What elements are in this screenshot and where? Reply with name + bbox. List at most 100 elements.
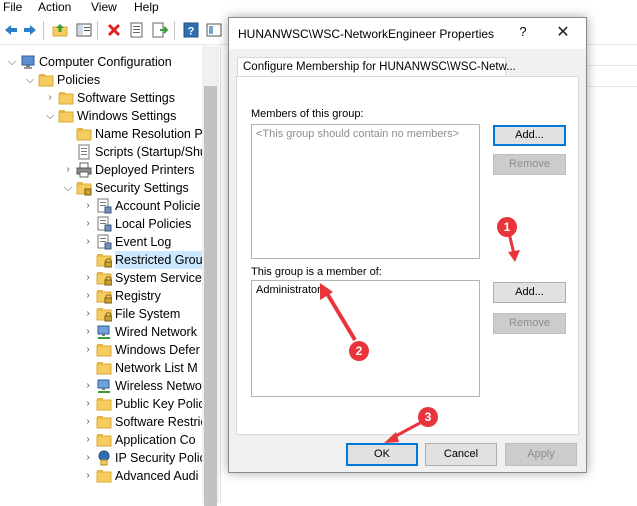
tree-item-label: File System	[115, 307, 181, 321]
close-icon[interactable]: ✕	[548, 23, 578, 43]
tree-item[interactable]: › Deployed Printers	[0, 161, 202, 179]
folder-icon	[96, 342, 112, 358]
step-marker-1: 1	[497, 217, 517, 237]
members-add-button[interactable]: Add...	[493, 125, 566, 146]
tree-scrollbar[interactable]	[202, 46, 219, 506]
step-marker-3: 3	[418, 407, 438, 427]
delete-icon[interactable]	[106, 22, 122, 38]
tree-item[interactable]: › IP Security Polic	[0, 449, 206, 467]
tree-item[interactable]: › Event Log	[0, 233, 202, 251]
folder-icon	[96, 414, 112, 430]
tree-item[interactable]: › File System	[0, 305, 202, 323]
up-folder-icon[interactable]	[52, 22, 68, 38]
tree-item-label: Software Restric	[115, 415, 207, 429]
tab-label: Configure Membership for HUNANWSC\WSC-Ne…	[243, 61, 516, 73]
tree-item[interactable]: › Software Settings	[0, 89, 202, 107]
folder-icon	[96, 468, 112, 484]
members-label: Members of this group:	[251, 108, 364, 120]
toolbar-separator	[174, 21, 175, 40]
help-icon[interactable]: ?	[183, 22, 199, 38]
tree-item[interactable]: › Wireless Netwo	[0, 377, 202, 395]
tree-item-label: Computer Configuration	[39, 55, 172, 69]
tab-configure-membership[interactable]: Configure Membership for HUNANWSC\WSC-Ne…	[237, 57, 516, 77]
tree-item[interactable]: › System Services	[0, 269, 208, 287]
menu-view[interactable]: View	[91, 0, 117, 14]
tree-item[interactable]: › Windows Defer	[0, 341, 202, 359]
chevron-right-icon[interactable]: ›	[82, 413, 94, 431]
tree-item[interactable]: › Software Restric	[0, 413, 206, 431]
chevron-right-icon[interactable]: ›	[44, 89, 56, 107]
tree-item-label: Software Settings	[77, 91, 175, 105]
member-of-add-button[interactable]: Add...	[493, 282, 566, 303]
chevron-down-icon[interactable]: ⌵	[44, 107, 56, 125]
chevron-down-icon[interactable]: ⌵	[6, 53, 18, 71]
menu-file[interactable]: File	[3, 0, 22, 14]
properties-icon[interactable]	[129, 22, 145, 38]
tree-item-label: System Services	[115, 271, 209, 285]
tree-item[interactable]: › Account Policie	[0, 197, 202, 215]
menu-bar: File Action View Help	[0, 0, 637, 16]
tree-item[interactable]: ⌵ Security Settings	[0, 179, 202, 197]
tree-scrollbar-thumb[interactable]	[204, 86, 217, 506]
chevron-right-icon[interactable]: ›	[62, 161, 74, 179]
tree-item-label: Wireless Netwo	[115, 379, 202, 393]
show-hide-tree-icon[interactable]	[76, 22, 92, 38]
chevron-right-icon[interactable]: ›	[82, 287, 94, 305]
tree-item[interactable]: Network List M	[0, 359, 202, 377]
chevron-right-icon[interactable]: ›	[82, 395, 94, 413]
folder-icon	[38, 72, 54, 88]
menu-action[interactable]: Action	[38, 0, 71, 14]
tree-item-label: Security Settings	[95, 181, 189, 195]
help-icon[interactable]: ?	[515, 24, 531, 42]
chevron-right-icon[interactable]: ›	[82, 269, 94, 287]
chevron-right-icon[interactable]: ›	[82, 341, 94, 359]
member-of-label: This group is a member of:	[251, 266, 382, 278]
chevron-right-icon[interactable]: ›	[82, 233, 94, 251]
tree-item[interactable]: ⌵ Windows Settings	[0, 107, 202, 125]
console-icon[interactable]	[206, 22, 222, 38]
details-row[interactable]	[580, 86, 637, 87]
tree-item[interactable]: ⌵ Policies	[0, 71, 202, 89]
chevron-right-icon[interactable]: ›	[82, 323, 94, 341]
chevron-right-icon[interactable]: ›	[82, 305, 94, 323]
tree-item[interactable]: Name Resolution P	[0, 125, 203, 143]
export-icon[interactable]	[152, 22, 168, 38]
cancel-button[interactable]: Cancel	[425, 443, 497, 466]
console-tree[interactable]: ⌵ Computer Configuration ⌵ Policies › Softwar…	[0, 46, 219, 503]
tree-item[interactable]: ⌵ Computer Configuration	[0, 53, 202, 71]
menu-help[interactable]: Help	[134, 0, 159, 14]
tree-item-label: Network List M	[115, 361, 198, 375]
tree-item[interactable]: › Registry	[0, 287, 202, 305]
chevron-right-icon[interactable]: ›	[82, 467, 94, 485]
tree-item[interactable]: › Advanced Audi	[0, 467, 202, 485]
forward-icon[interactable]	[22, 22, 38, 38]
chevron-right-icon[interactable]: ›	[82, 197, 94, 215]
member-of-entry-administrators[interactable]: Administrators	[256, 284, 326, 296]
chevron-down-icon[interactable]: ⌵	[62, 179, 74, 197]
apply-button[interactable]: Apply	[505, 443, 577, 466]
folder-icon	[96, 360, 112, 376]
tree-item[interactable]: › Application Co	[0, 431, 202, 449]
chevron-right-icon[interactable]: ›	[82, 431, 94, 449]
tree-item-label: Application Co	[115, 433, 196, 447]
members-remove-button[interactable]: Remove	[493, 154, 566, 175]
chevron-right-icon[interactable]: ›	[82, 215, 94, 233]
tree-item[interactable]: Scripts (Startup/Shu	[0, 143, 207, 161]
chevron-down-icon[interactable]: ⌵	[24, 71, 36, 89]
chevron-right-icon[interactable]: ›	[82, 449, 94, 467]
tree-item[interactable]: Restricted Grou	[0, 251, 205, 269]
dialog-title-bar[interactable]: HUNANWSC\WSC-NetworkEngineer Properties …	[229, 18, 586, 49]
chevron-right-icon[interactable]: ›	[82, 377, 94, 395]
security-icon	[76, 180, 92, 196]
tree-item-label: IP Security Polic	[115, 451, 206, 465]
ok-button[interactable]: OK	[346, 443, 418, 466]
back-icon[interactable]	[3, 22, 19, 38]
members-listbox[interactable]: <This group should contain no members>	[251, 124, 480, 259]
member-of-remove-button[interactable]: Remove	[493, 313, 566, 334]
tree-item[interactable]: › Wired Network	[0, 323, 202, 341]
tree-item[interactable]: › Public Key Polic	[0, 395, 204, 413]
member-of-listbox[interactable]: Administrators	[251, 280, 480, 397]
tree-item[interactable]: › Local Policies	[0, 215, 202, 233]
dialog-title: HUNANWSC\WSC-NetworkEngineer Properties	[238, 27, 495, 41]
